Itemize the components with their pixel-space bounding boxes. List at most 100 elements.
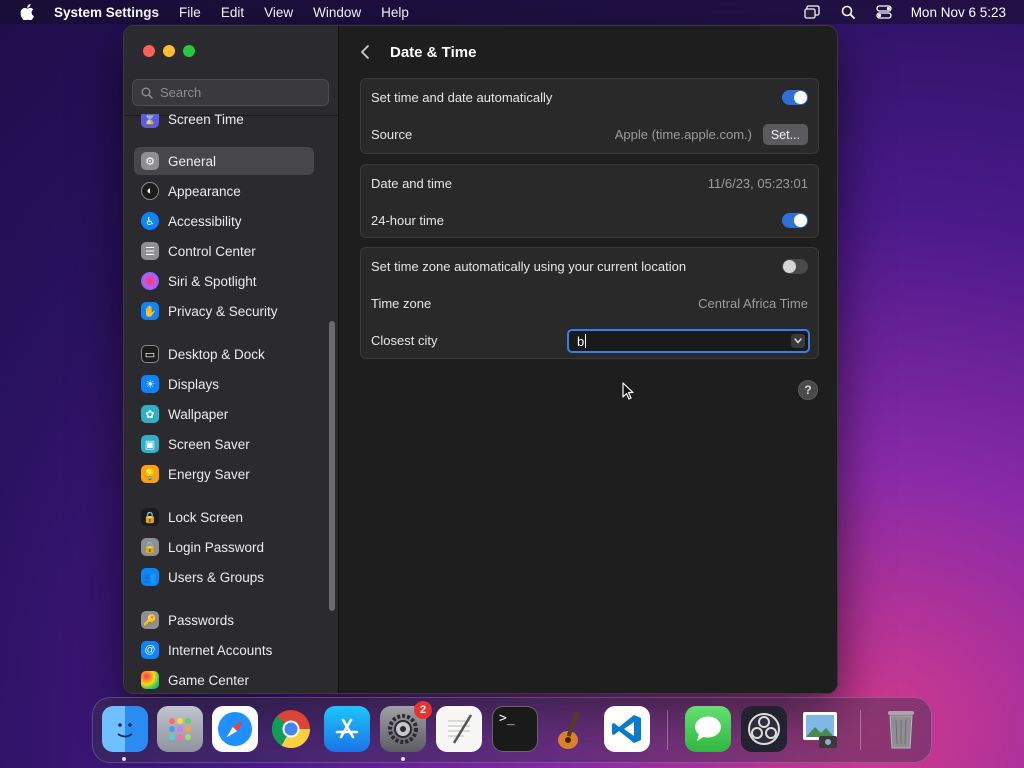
finder-running-dot [122, 757, 126, 761]
chevron-down-icon [794, 338, 802, 344]
tz-auto-toggle[interactable] [782, 259, 808, 274]
control-center-icon[interactable] [875, 4, 893, 20]
hand-icon: ✋ [141, 302, 159, 320]
sun-icon: ☀ [141, 375, 159, 393]
sidebar-item-label: Desktop & Dock [168, 346, 265, 362]
sidebar-item-label: Siri & Spotlight [168, 273, 257, 289]
back-button[interactable] [360, 43, 378, 61]
sidebar-item-login-password[interactable]: 🔒 Login Password [134, 533, 314, 561]
system-settings-icon[interactable]: 2 [380, 701, 432, 752]
sidebar-item-label: Passwords [168, 612, 235, 628]
sidebar-item-label: Screen Saver [168, 436, 250, 452]
dock-separator [860, 710, 861, 750]
search-icon [141, 87, 153, 99]
row-date-time: Date and time 11/6/23, 05:23:01 [361, 165, 818, 202]
menu-window[interactable]: Window [313, 5, 361, 20]
app-store-icon[interactable] [324, 706, 370, 752]
sidebar-item-privacy[interactable]: ✋ Privacy & Security [134, 297, 314, 325]
menu-edit[interactable]: Edit [221, 5, 244, 20]
sidebar-item-label: Appearance [168, 183, 241, 199]
preview-icon[interactable] [797, 706, 843, 752]
sidebar-item-screen-saver[interactable]: ▣ Screen Saver [134, 430, 314, 458]
menu-app-name[interactable]: System Settings [54, 5, 159, 20]
sidebar-item-label: Control Center [168, 243, 256, 259]
safari-icon[interactable] [212, 706, 258, 752]
menu-clock[interactable]: Mon Nov 6 5:23 [911, 5, 1006, 20]
mouse-pointer-icon [622, 382, 634, 400]
sidebar-item-users-groups[interactable]: 👥 Users & Groups [134, 563, 314, 591]
accessibility-icon: ♿ [141, 212, 159, 230]
date-time-label: Date and time [371, 176, 452, 191]
menu-file[interactable]: File [179, 5, 201, 20]
sidebar-item-accessibility[interactable]: ♿ Accessibility [134, 207, 314, 235]
set-source-button[interactable]: Set... [762, 124, 808, 145]
sidebar-item-lock-screen[interactable]: 🔒 Lock Screen [134, 503, 314, 531]
main-header: Date & Time [340, 26, 837, 78]
trash-icon[interactable] [878, 706, 924, 752]
menu-bar: System Settings File Edit View Window He… [0, 0, 1024, 24]
sidebar-item-label: Login Password [168, 539, 265, 555]
sidebar-item-displays[interactable]: ☀ Displays [134, 370, 314, 398]
sidebar-item-passwords[interactable]: 🔑 Passwords [134, 606, 314, 634]
chrome-icon[interactable] [268, 706, 314, 752]
row-set-time-auto: Set time and date automatically [361, 79, 818, 116]
screen-mirroring-icon[interactable] [803, 4, 821, 20]
sidebar-item-wallpaper[interactable]: ✿ Wallpaper [134, 400, 314, 428]
help-button[interactable]: ? [798, 380, 818, 400]
settings-running-dot [401, 757, 405, 761]
minimize-button[interactable] [163, 45, 175, 57]
terminal-icon[interactable]: >_ [492, 706, 538, 752]
obs-icon[interactable] [741, 706, 787, 752]
combobox-dropdown-button[interactable] [791, 334, 805, 348]
sidebar-item-game-center[interactable]: Game Center [134, 666, 314, 693]
appearance-icon: ◐ [141, 182, 159, 200]
flower-icon: ✿ [141, 405, 159, 423]
apple-menu-icon[interactable] [20, 4, 34, 20]
chevron-left-icon [361, 45, 369, 59]
garageband-icon[interactable] [548, 706, 594, 752]
sidebar-item-label: General [168, 153, 217, 169]
auto-time-group: Set time and date automatically Source A… [360, 78, 819, 154]
sidebar-item-label: Users & Groups [168, 569, 265, 585]
set-time-auto-toggle[interactable] [782, 90, 808, 105]
sidebar-item-internet-accounts[interactable]: @ Internet Accounts [134, 636, 314, 664]
messages-icon[interactable] [685, 706, 731, 752]
at-icon: @ [141, 641, 159, 659]
launchpad-icon[interactable] [157, 706, 203, 752]
row-source: Source Apple (time.apple.com.) Set... [361, 116, 818, 153]
notification-badge: 2 [414, 701, 432, 719]
main-pane: Date & Time Set time and date automatica… [340, 26, 837, 693]
time-zone-group: Set time zone automatically using your c… [360, 247, 819, 359]
hour24-toggle[interactable] [782, 213, 808, 228]
sidebar-item-screen-time[interactable]: ⌛ Screen Time [134, 114, 314, 133]
zoom-button[interactable] [183, 45, 195, 57]
spotlight-search-icon[interactable] [839, 4, 857, 20]
window-controls [143, 45, 195, 57]
bulb-icon: 💡 [141, 465, 159, 483]
dock: 2 >_ [92, 697, 932, 763]
close-button[interactable] [143, 45, 155, 57]
gear-icon: ⚙ [141, 152, 159, 170]
textedit-icon[interactable] [436, 706, 482, 752]
sidebar-item-siri[interactable]: Siri & Spotlight [134, 267, 314, 295]
vscode-icon[interactable] [604, 706, 650, 752]
city-input-value: b [577, 333, 585, 349]
row-tz-auto: Set time zone automatically using your c… [361, 248, 818, 285]
sidebar-item-control-center[interactable]: ☰ Control Center [134, 237, 314, 265]
closest-city-combobox[interactable]: b [567, 329, 810, 353]
sidebar-item-appearance[interactable]: ◐ Appearance [134, 177, 314, 205]
menu-help[interactable]: Help [381, 5, 409, 20]
lock-icon: 🔒 [141, 508, 159, 526]
sidebar-item-energy-saver[interactable]: 💡 Energy Saver [134, 460, 314, 488]
system-settings-window: Search ⌛ Screen Time ⚙ General ◐ Appeara… [123, 25, 838, 694]
sidebar-item-label: Screen Time [168, 114, 244, 127]
hourglass-icon: ⌛ [141, 114, 159, 128]
search-placeholder: Search [160, 85, 202, 100]
tz-label: Time zone [371, 296, 432, 311]
sidebar-item-general[interactable]: ⚙ General [134, 147, 314, 175]
sidebar-scrollbar[interactable] [329, 321, 335, 611]
finder-icon[interactable] [102, 706, 148, 752]
menu-view[interactable]: View [264, 5, 293, 20]
sidebar-item-desktop-dock[interactable]: ▭ Desktop & Dock [134, 340, 314, 368]
search-field[interactable]: Search [132, 79, 329, 106]
